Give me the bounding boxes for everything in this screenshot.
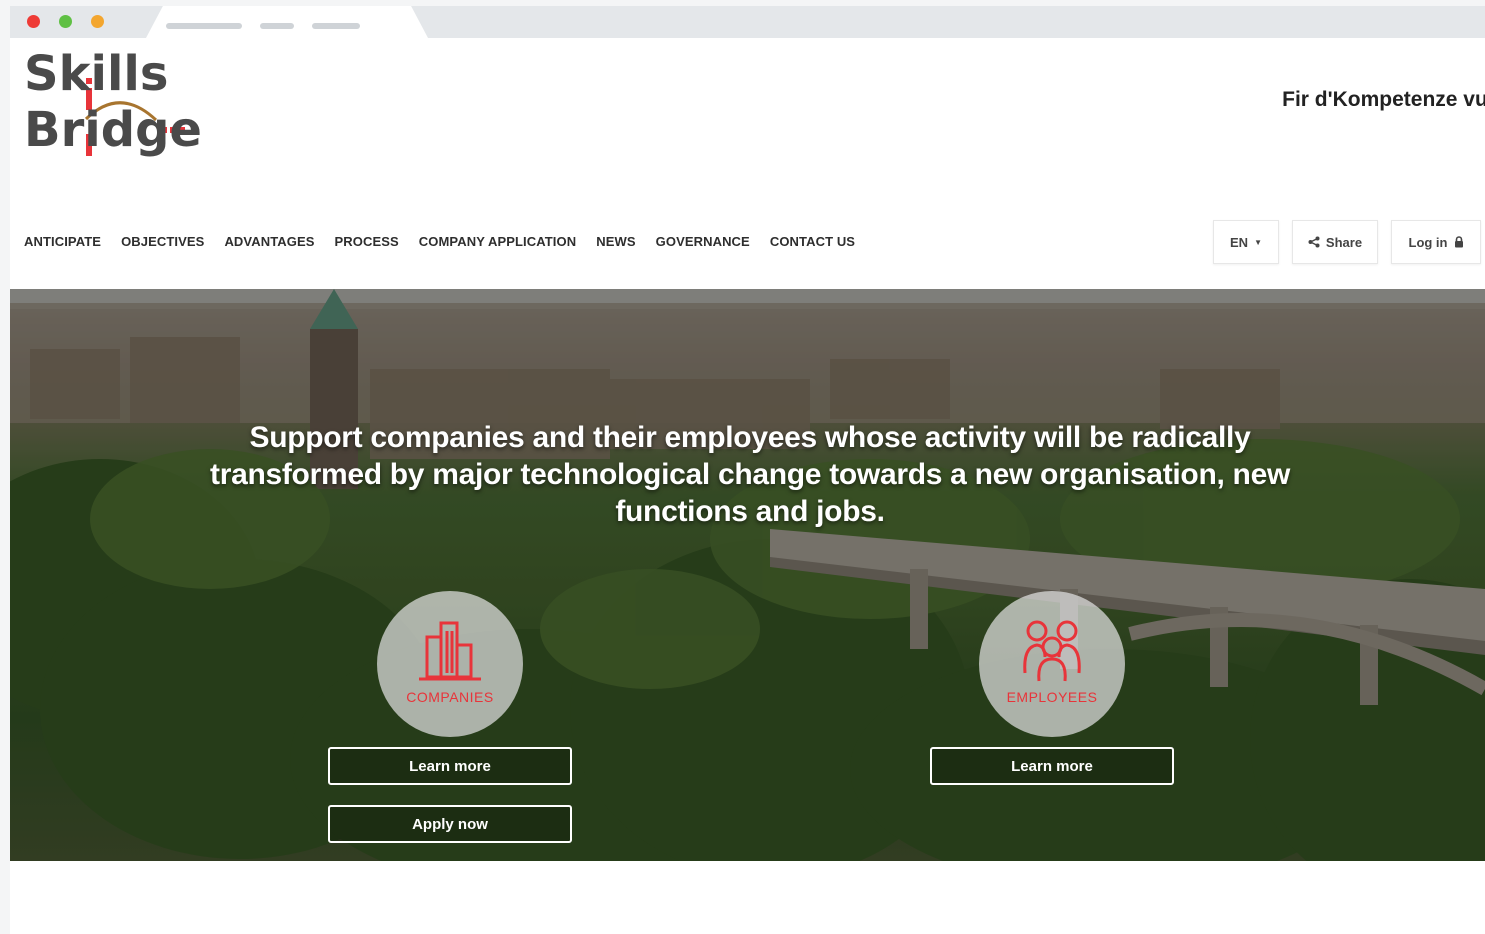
- site-tagline: Fir d'Kompetenze vu muer: [1282, 88, 1485, 111]
- tab-placeholder-bar: [166, 23, 242, 29]
- login-label: Log in: [1408, 234, 1448, 250]
- people-group-icon: [1023, 620, 1081, 682]
- web-page: Skills Bridge Fir d'Kompetenze vu muer A…: [10, 38, 1485, 934]
- logo-line-1: Skills: [24, 46, 169, 102]
- login-button[interactable]: Log in: [1391, 220, 1481, 264]
- nav-item-process[interactable]: PROCESS: [335, 234, 399, 249]
- employees-learn-more-button[interactable]: Learn more: [930, 747, 1174, 785]
- language-select[interactable]: EN ▼: [1213, 220, 1279, 264]
- skills-bridge-logo[interactable]: Skills Bridge: [24, 46, 204, 172]
- hero-banner: Support companies and their employees wh…: [10, 289, 1485, 861]
- tab-placeholder-bar: [260, 23, 294, 29]
- share-label: Share: [1325, 234, 1363, 250]
- share-icon: [1308, 236, 1320, 248]
- nav-item-contact-us[interactable]: CONTACT US: [770, 234, 855, 249]
- hero-heading: Support companies and their employees wh…: [210, 421, 1290, 528]
- main-navigation: ANTICIPATE OBJECTIVES ADVANTAGES PROCESS…: [24, 234, 855, 249]
- share-button[interactable]: Share: [1292, 220, 1378, 264]
- language-value: EN: [1230, 234, 1249, 250]
- nav-item-anticipate[interactable]: ANTICIPATE: [24, 234, 101, 249]
- nav-item-news[interactable]: NEWS: [596, 234, 635, 249]
- employees-badge[interactable]: EMPLOYEES: [979, 591, 1125, 737]
- employees-label: EMPLOYEES: [1006, 689, 1098, 705]
- lock-icon: [1454, 236, 1463, 248]
- tab-placeholder-bar: [312, 23, 360, 29]
- maximize-window-icon[interactable]: [59, 15, 72, 28]
- browser-tab[interactable]: [146, 6, 428, 38]
- caret-down-icon: ▼: [1254, 237, 1262, 247]
- screenshot-frame: Skills Bridge Fir d'Kompetenze vu muer A…: [0, 0, 1485, 934]
- apply-now-button[interactable]: Apply now: [328, 805, 572, 843]
- nav-item-objectives[interactable]: OBJECTIVES: [121, 234, 204, 249]
- buildings-icon: [419, 621, 481, 681]
- nav-item-company-application[interactable]: COMPANY APPLICATION: [419, 234, 576, 249]
- close-window-icon[interactable]: [27, 15, 40, 28]
- nav-item-governance[interactable]: GOVERNANCE: [656, 234, 750, 249]
- city-landscape-photo: [10, 289, 1485, 861]
- companies-learn-more-button[interactable]: Learn more: [328, 747, 572, 785]
- minimize-window-icon[interactable]: [91, 15, 104, 28]
- nav-item-advantages[interactable]: ADVANTAGES: [224, 234, 314, 249]
- companies-badge[interactable]: COMPANIES: [377, 591, 523, 737]
- companies-label: COMPANIES: [406, 689, 494, 705]
- logo-line-2: Bridge: [24, 102, 202, 158]
